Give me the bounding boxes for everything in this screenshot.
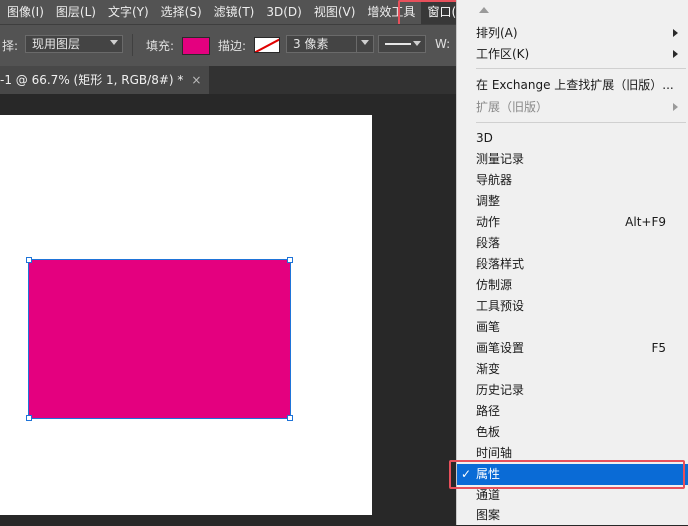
- submenu-arrow-icon: [673, 103, 678, 111]
- menu-3d[interactable]: 3D(D): [260, 0, 307, 24]
- menu-item-workspace[interactable]: 工作区(K): [457, 44, 688, 65]
- menu-item-label: 历史记录: [476, 383, 525, 397]
- layer-select-value: 现用图层: [32, 37, 81, 51]
- transform-handle[interactable]: [287, 257, 293, 263]
- menu-select[interactable]: 选择(S): [155, 0, 208, 24]
- menu-item-label: 排列(A): [476, 26, 518, 40]
- menu-item-paragraph-styles[interactable]: 段落样式: [457, 254, 688, 275]
- stroke-label: 描边:: [218, 39, 247, 53]
- rectangle-shape[interactable]: [28, 259, 291, 419]
- menu-item-label: 时间轴: [476, 446, 513, 460]
- fill-color-swatch[interactable]: [182, 37, 210, 55]
- transform-handle[interactable]: [287, 415, 293, 421]
- menu-item-label: 段落样式: [476, 257, 525, 271]
- menu-item-label: 仿制源: [476, 278, 513, 292]
- menu-item-actions[interactable]: 动作 Alt+F9: [457, 212, 688, 233]
- menu-item-label: 色板: [476, 425, 501, 439]
- menu-item-paragraph[interactable]: 段落: [457, 233, 688, 254]
- menu-divider: [476, 122, 686, 123]
- stroke-width-dropdown[interactable]: [356, 35, 374, 53]
- menu-item-exchange[interactable]: 在 Exchange 上查找扩展（旧版）...: [457, 75, 688, 96]
- menu-divider: [476, 68, 686, 69]
- menu-item-label: 3D: [476, 131, 493, 145]
- document-canvas[interactable]: [0, 115, 372, 515]
- menu-image[interactable]: 图像(I): [0, 0, 50, 24]
- stroke-type-dropdown[interactable]: [378, 35, 426, 53]
- chevron-down-icon: [110, 40, 118, 45]
- highlight-window-menu: [398, 0, 463, 26]
- menu-item-paths[interactable]: 路径: [457, 401, 688, 422]
- menu-item-adjustments[interactable]: 调整: [457, 191, 688, 212]
- menu-item-swatches[interactable]: 色板: [457, 422, 688, 443]
- layer-select-dropdown[interactable]: 现用图层: [25, 35, 123, 53]
- fill-label: 填充:: [146, 39, 175, 53]
- menu-item-label: 工具预设: [476, 299, 525, 313]
- menu-item-label: 调整: [476, 194, 501, 208]
- submenu-arrow-icon: [673, 50, 678, 58]
- menu-item-brushes[interactable]: 画笔: [457, 317, 688, 338]
- menu-item-label: 画笔: [476, 320, 501, 334]
- menu-item-label: 导航器: [476, 173, 513, 187]
- transform-handle[interactable]: [26, 415, 32, 421]
- highlight-properties-item: [449, 460, 685, 489]
- select-label: 择:: [2, 39, 19, 53]
- menu-item-navigator[interactable]: 导航器: [457, 170, 688, 191]
- menu-item-tool-presets[interactable]: 工具预设: [457, 296, 688, 317]
- menu-item-extensions: 扩展（旧版）: [457, 97, 688, 118]
- menu-item-arrange[interactable]: 排列(A): [457, 23, 688, 44]
- menu-view[interactable]: 视图(V): [308, 0, 362, 24]
- menu-type[interactable]: 文字(Y): [102, 0, 155, 24]
- menu-item-patterns[interactable]: 图案: [457, 505, 688, 526]
- menu-item-history[interactable]: 历史记录: [457, 380, 688, 401]
- menu-item-label: 动作: [476, 215, 501, 229]
- menu-item-shortcut: F5: [651, 341, 666, 355]
- menu-item-label: 图案: [476, 508, 501, 522]
- menu-item-label: 工作区(K): [476, 47, 530, 61]
- menu-item-label: 在 Exchange 上查找扩展（旧版）...: [476, 78, 674, 92]
- menu-item-label: 段落: [476, 236, 501, 250]
- width-label: W:: [435, 37, 451, 51]
- no-color-slash-icon: [255, 38, 279, 52]
- menu-filter[interactable]: 滤镜(T): [208, 0, 261, 24]
- menu-item-3d[interactable]: 3D: [457, 128, 688, 149]
- menu-item-brush-settings[interactable]: 画笔设置 F5: [457, 338, 688, 359]
- document-tab[interactable]: -1 @ 66.7% (矩形 1, RGB/8#) * ×: [0, 66, 210, 94]
- chevron-down-icon: [413, 41, 421, 46]
- document-tab-title: -1 @ 66.7% (矩形 1, RGB/8#) *: [0, 73, 184, 87]
- menu-item-label: 画笔设置: [476, 341, 525, 355]
- menu-item-gradients[interactable]: 渐变: [457, 359, 688, 380]
- menu-item-shortcut: Alt+F9: [625, 215, 666, 229]
- menu-item-label: 通道: [476, 488, 501, 502]
- menu-item-label: 测量记录: [476, 152, 525, 166]
- stroke-color-swatch[interactable]: [254, 37, 280, 53]
- transform-handle[interactable]: [26, 257, 32, 263]
- scroll-up-arrow-icon[interactable]: [479, 7, 489, 13]
- menu-item-label: 扩展（旧版）: [476, 100, 549, 114]
- menu-item-label: 路径: [476, 404, 501, 418]
- menu-item-measurement-log[interactable]: 测量记录: [457, 149, 688, 170]
- close-icon[interactable]: ×: [191, 73, 201, 87]
- submenu-arrow-icon: [673, 29, 678, 37]
- chevron-down-icon: [361, 40, 369, 45]
- stroke-width-value: 3 像素: [293, 37, 329, 51]
- menu-item-clone-source[interactable]: 仿制源: [457, 275, 688, 296]
- divider: [132, 34, 133, 56]
- window-menu-dropdown: 排列(A) 工作区(K) 在 Exchange 上查找扩展（旧版）... 扩展（…: [456, 0, 688, 525]
- solid-line-icon: [385, 43, 411, 45]
- menu-layer[interactable]: 图层(L): [50, 0, 102, 24]
- menu-item-label: 渐变: [476, 362, 501, 376]
